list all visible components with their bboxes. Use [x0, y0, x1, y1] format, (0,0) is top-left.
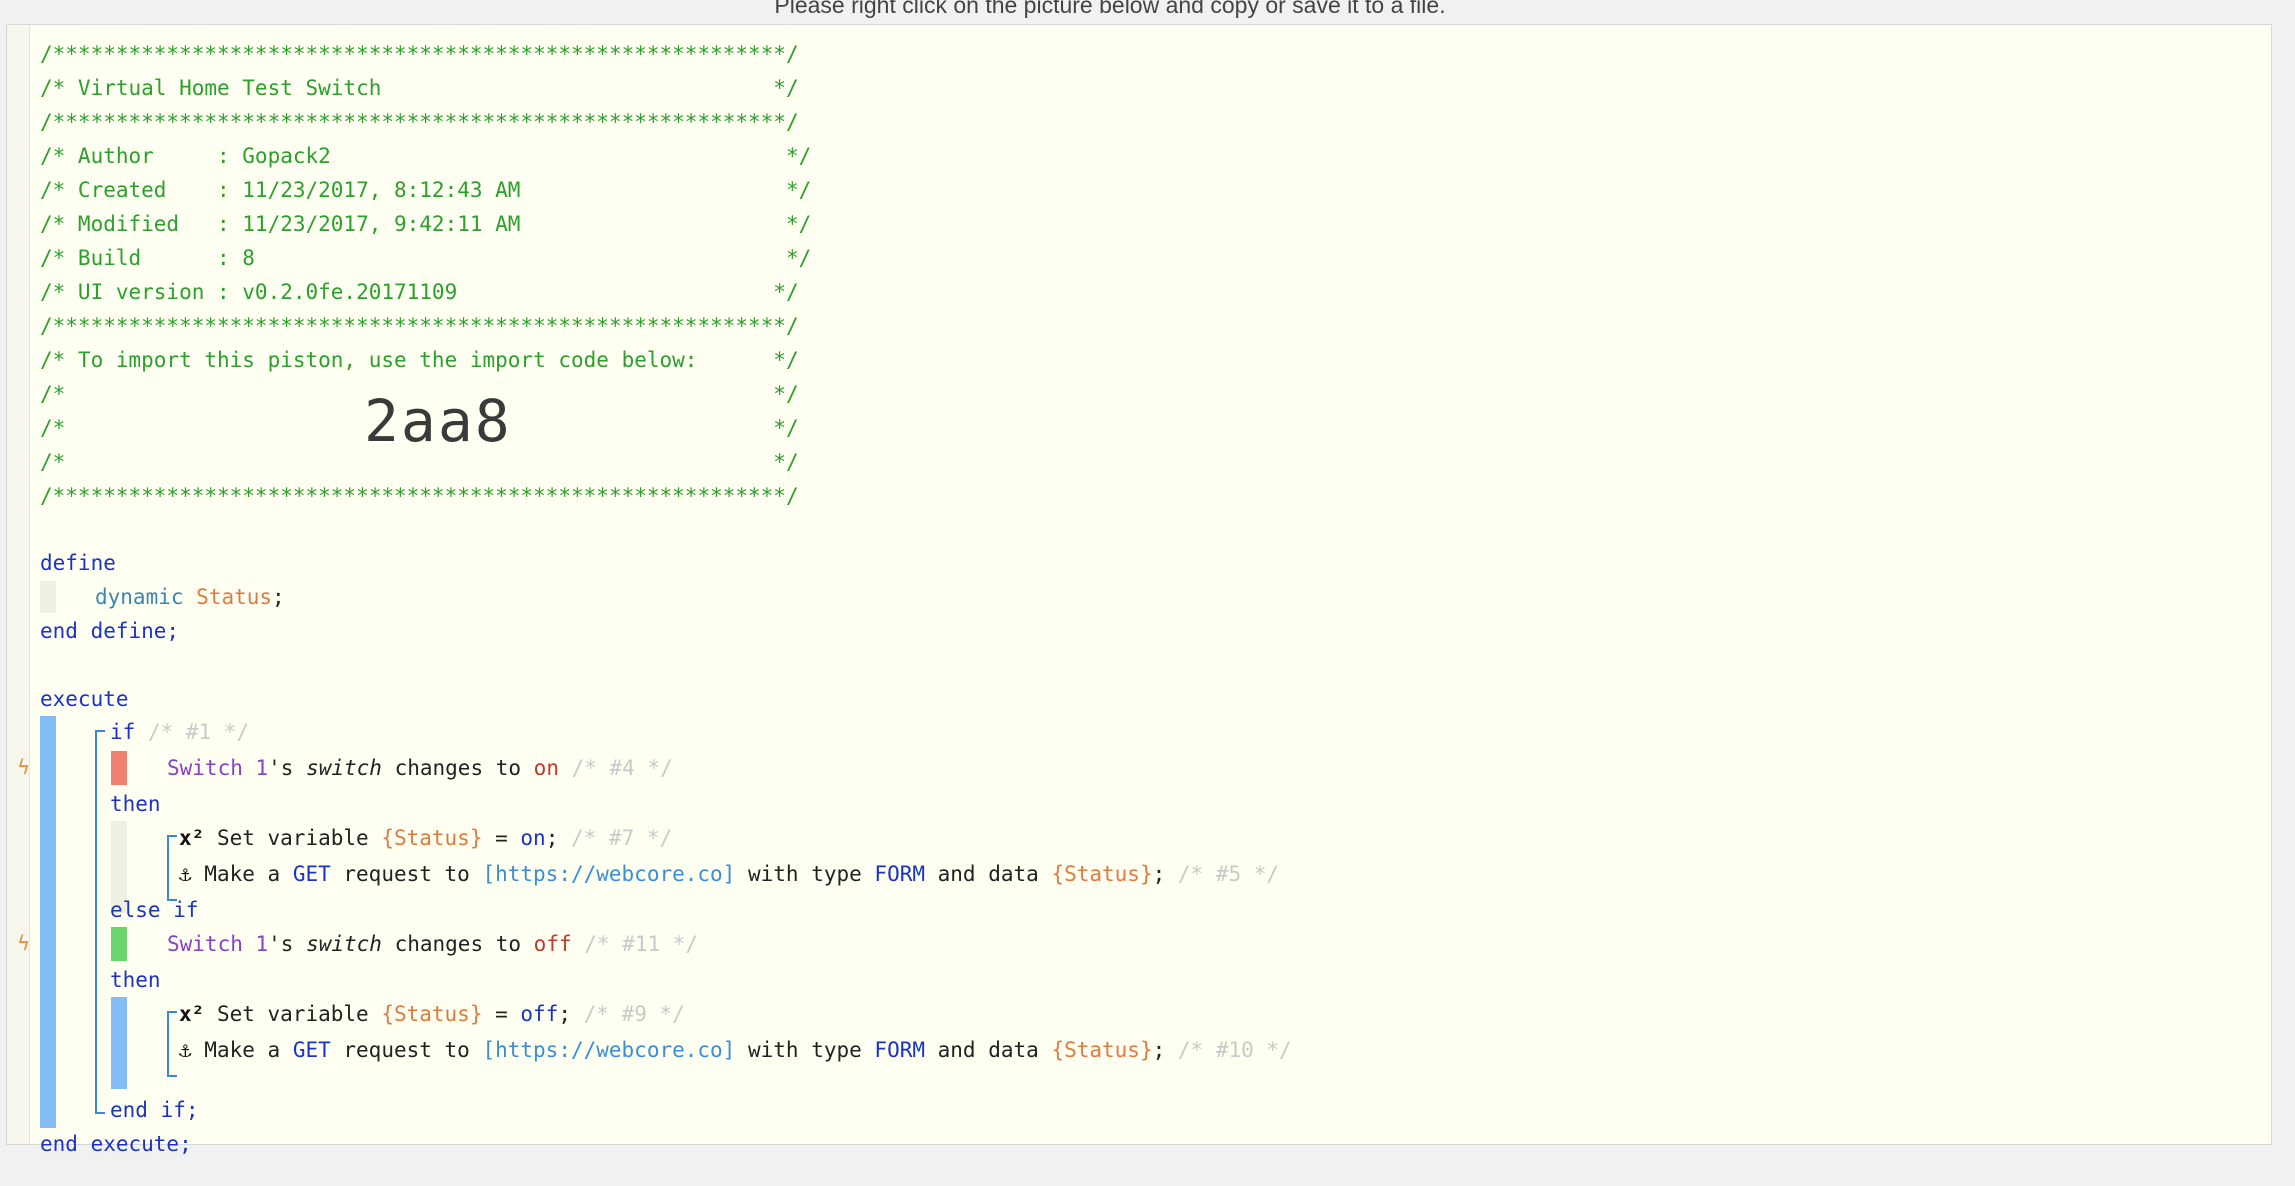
set-variable-icon: x² — [179, 826, 205, 850]
action-text: and data — [925, 1038, 1052, 1062]
author-line: /* Author : Gopack2 */ — [40, 144, 812, 168]
import-code: 2aa8 — [364, 387, 512, 455]
header-border: /***************************************… — [40, 314, 799, 338]
action-text: Set variable — [204, 1002, 382, 1026]
set-variable-icon: x² — [179, 1002, 205, 1026]
semicolon: ; — [272, 585, 285, 609]
variable-ref: {Status} — [381, 1002, 483, 1026]
semicolon: ; — [1152, 862, 1166, 886]
set-variable-off[interactable]: x² Set variable {Status} = off; /* #9 */ — [179, 999, 685, 1029]
assigned-value: off — [520, 1002, 559, 1026]
if-keyword: if — [110, 720, 136, 744]
condition-switch-on[interactable]: Switch 1's switch changes to on /* #4 */ — [167, 753, 673, 783]
header-border: /***************************************… — [40, 110, 799, 134]
header-border: /***************************************… — [40, 42, 799, 66]
device-name: Switch 1 — [167, 756, 269, 780]
possessive: 's — [268, 932, 307, 956]
execute-block-bar — [40, 716, 56, 1128]
save-instructions: Please right click on the picture below … — [774, 0, 1446, 18]
statement-id: /* #9 */ — [571, 1002, 685, 1026]
then-block-bar — [111, 997, 127, 1089]
if-bracket — [95, 730, 105, 1114]
compare-value: on — [533, 756, 559, 780]
piston-image[interactable]: /***************************************… — [6, 24, 2272, 1156]
request-url: [https://webcore.co] — [482, 1038, 736, 1062]
define-block-bar — [40, 581, 56, 613]
statement-id: /* #1 */ — [147, 720, 250, 744]
compare-value: off — [533, 932, 572, 956]
ui-version-line: /* UI version : v0.2.0fe.20171109 */ — [40, 280, 799, 304]
action-text: request to — [330, 862, 483, 886]
anchor-icon: ⚓ — [179, 1038, 192, 1062]
http-request-1[interactable]: ⚓ Make a GET request to [https://webcore… — [179, 859, 1279, 889]
trigger-marker-off — [111, 927, 127, 961]
else-if-keyword: else if — [110, 898, 199, 922]
action-text: Set variable — [204, 826, 382, 850]
semicolon: ; — [558, 1002, 571, 1026]
statement-id: /* #7 */ — [558, 826, 673, 850]
http-method: GET — [292, 862, 331, 886]
device-name: Switch 1 — [167, 932, 269, 956]
define-keyword: define — [40, 551, 116, 575]
created-line: /* Created : 11/23/2017, 8:12:43 AM */ — [40, 178, 812, 202]
execute-keyword: execute — [40, 687, 129, 711]
statement-id: /* #11 */ — [571, 932, 699, 956]
action-bracket — [167, 835, 177, 901]
comparison-operator: changes to — [381, 756, 534, 780]
equals: = — [482, 826, 521, 850]
if-statement[interactable]: if /* #1 */ — [110, 717, 249, 747]
comparison-operator: changes to — [381, 932, 534, 956]
then-keyword: then — [110, 792, 161, 816]
assigned-value: on — [520, 826, 546, 850]
trigger-marker-on — [111, 751, 127, 785]
trigger-bolt-icon: ϟ — [17, 755, 31, 779]
action-text: request to — [330, 1038, 483, 1062]
modified-line: /* Modified : 11/23/2017, 9:42:11 AM */ — [40, 212, 812, 236]
attribute-name: switch — [306, 756, 382, 780]
piston-title: /* Virtual Home Test Switch */ — [40, 76, 799, 100]
action-text: with type — [735, 862, 875, 886]
end-execute-keyword: end execute; — [40, 1132, 192, 1156]
variable-ref: {Status} — [1051, 862, 1153, 886]
action-text: Make a — [191, 862, 293, 886]
action-text: with type — [735, 1038, 875, 1062]
http-request-2[interactable]: ⚓ Make a GET request to [https://webcore… — [179, 1035, 1292, 1065]
statement-id: /* #5 */ — [1165, 862, 1280, 886]
possessive: 's — [268, 756, 307, 780]
variable-type: dynamic — [95, 585, 184, 609]
semicolon: ; — [545, 826, 559, 850]
content-type: FORM — [874, 862, 925, 886]
statement-id: /* #10 */ — [1165, 1038, 1292, 1062]
variable-ref: {Status} — [1051, 1038, 1153, 1062]
variable-name: Status — [196, 585, 273, 609]
equals: = — [482, 1002, 521, 1026]
action-bracket — [167, 1011, 177, 1077]
action-text: Make a — [191, 1038, 293, 1062]
attribute-name: switch — [306, 932, 382, 956]
line-gutter — [7, 25, 30, 1144]
statement-id: /* #4 */ — [558, 756, 673, 780]
request-url: [https://webcore.co] — [482, 862, 736, 886]
set-variable-on[interactable]: x² Set variable {Status} = on; /* #7 */ — [179, 823, 672, 853]
semicolon: ; — [1152, 1038, 1166, 1062]
anchor-icon: ⚓ — [179, 862, 192, 886]
end-define-keyword: end define; — [40, 619, 180, 643]
http-method: GET — [292, 1038, 331, 1062]
import-instructions: /* To import this piston, use the import… — [40, 348, 799, 372]
action-text: and data — [925, 862, 1052, 886]
content-type: FORM — [874, 1038, 925, 1062]
then-keyword: then — [110, 968, 161, 992]
trigger-bolt-icon: ϟ — [17, 931, 31, 955]
variable-ref: {Status} — [381, 826, 483, 850]
condition-switch-off[interactable]: Switch 1's switch changes to off /* #11 … — [167, 929, 698, 959]
variable-declaration[interactable]: dynamic Status; — [95, 582, 285, 612]
end-if-keyword: end if; — [110, 1098, 199, 1122]
header-border: /***************************************… — [40, 484, 799, 508]
build-line: /* Build : 8 */ — [40, 246, 812, 270]
